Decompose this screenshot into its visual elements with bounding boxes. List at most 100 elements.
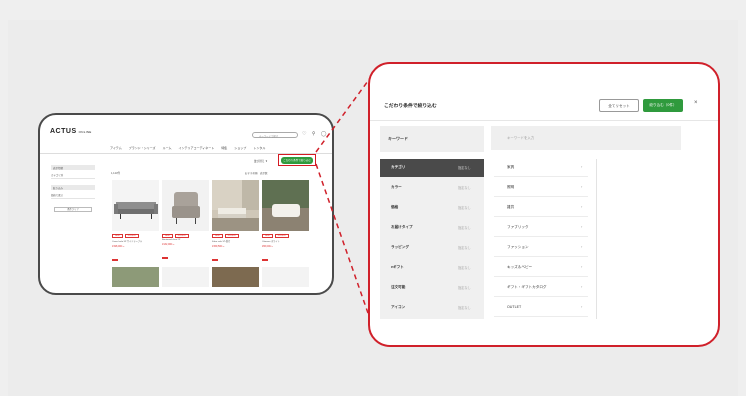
chevron-right-icon: › <box>581 244 583 249</box>
product-price: ¥66,000〜 <box>262 245 274 248</box>
apply-filter-button[interactable]: 絞り込む（0件） <box>643 99 683 112</box>
category-item-orderable[interactable]: 注文可能 指定なし <box>380 279 484 297</box>
option-item[interactable]: ギフト・ギフトカタログ › <box>494 279 588 297</box>
sale-badge <box>162 256 168 259</box>
keyword-label: キーワード <box>380 126 484 152</box>
close-icon[interactable]: × <box>694 100 698 106</box>
option-label: 雑貨 <box>507 205 515 209</box>
nav-item[interactable]: 特集 <box>221 146 227 150</box>
category-item-color[interactable]: カラー 指定なし <box>380 179 484 197</box>
option-item[interactable]: ファッション › <box>494 239 588 257</box>
product-image-row2[interactable] <box>212 267 259 287</box>
product-image <box>112 180 159 231</box>
option-item[interactable]: 照明 › <box>494 179 588 197</box>
product-card[interactable]: NEW 送料無料 Bentwood chair 2P ¥132,000〜 <box>162 180 209 264</box>
chevron-right-icon: › <box>581 184 583 189</box>
option-label: ファブリック <box>507 225 529 229</box>
category-label: アイコン <box>391 305 406 309</box>
category-sub: 指定なし <box>458 266 471 270</box>
category-item-category[interactable]: カテゴリ 指定なし <box>380 159 484 177</box>
tag: NEW <box>262 234 273 238</box>
category-item-price[interactable]: 価格 指定なし <box>380 199 484 217</box>
product-card[interactable]: NEW 送料無料 Ottoman ホワイト ¥66,000〜 <box>262 180 309 266</box>
nav-item[interactable]: インテリアコーディネート <box>178 146 214 150</box>
side-clear-button[interactable]: 条件クリア <box>54 207 92 212</box>
product-price: ¥132,000〜 <box>162 243 175 246</box>
category-label: カテゴリ <box>391 165 406 169</box>
panel-divider <box>370 120 718 121</box>
tag: 送料無料 <box>124 234 139 238</box>
category-sub: 指定なし <box>458 166 471 170</box>
nav-item[interactable]: ルーム <box>163 146 172 150</box>
chevron-right-icon: › <box>581 204 583 209</box>
side-item[interactable]: 価格で選ぶ <box>51 193 95 199</box>
category-list: カテゴリ 指定なし カラー 指定なし 価格 指定なし お届けタイプ 指定なし ラッピング… <box>380 159 484 319</box>
sofa-image <box>114 202 158 219</box>
global-nav: アイテム ブランド・シリーズ ルーム インテリアコーディネート 特集 ショップ … <box>110 146 265 150</box>
option-item[interactable]: 家具 › <box>494 159 588 177</box>
room-image <box>212 180 259 231</box>
logo-subtext: ONLINE <box>78 130 92 134</box>
product-image-row2[interactable] <box>112 267 159 287</box>
sort-controls[interactable]: おすすめ順 表示数 <box>245 171 268 175</box>
keyword-input[interactable]: キーワードを入力 <box>491 126 681 150</box>
reset-all-button[interactable]: 全てリセット <box>599 99 639 112</box>
sort-link[interactable]: 並び替え ▼ <box>254 159 268 163</box>
category-sub: 指定なし <box>458 186 471 190</box>
category-item-icon[interactable]: アイコン 指定なし <box>380 299 484 317</box>
category-sub: 指定なし <box>458 226 471 230</box>
option-item[interactable]: ファブリック › <box>494 219 588 237</box>
product-price: ¥159,500〜 <box>212 245 225 248</box>
tag: NEW <box>162 234 173 238</box>
filter-button-highlight <box>278 154 316 166</box>
product-name: Camel sofa 3P サイドテーブル <box>112 241 143 243</box>
tag: 送料無料 <box>274 234 289 238</box>
category-label: ラッピング <box>391 245 409 249</box>
nav-item[interactable]: アイテム <box>110 146 122 150</box>
tag: NEW <box>112 234 123 238</box>
option-item[interactable]: 雑貨 › <box>494 199 588 217</box>
logo-text: ACTUS <box>50 128 77 135</box>
tag: NEW <box>212 234 223 238</box>
result-count: 1,123件 <box>111 172 121 175</box>
header-icons[interactable]: ♡ ⚲ ◯ <box>302 131 329 137</box>
product-image-row2[interactable] <box>162 267 209 287</box>
category-label: eギフト <box>391 265 404 269</box>
product-card[interactable]: NEW 送料無料 Camel sofa 3P サイドテーブル ¥198,000〜 <box>112 180 159 266</box>
option-label: OUTLET <box>507 305 522 309</box>
option-item[interactable]: OUTLET › <box>494 299 588 317</box>
product-image <box>262 180 309 231</box>
category-item-delivery[interactable]: お届けタイプ 指定なし <box>380 219 484 237</box>
nav-item[interactable]: ショップ <box>234 146 246 150</box>
site-logo[interactable]: ACTUS ONLINE <box>50 128 92 135</box>
product-name: Ottoman ホワイト <box>262 241 280 243</box>
nav-item[interactable]: レンタル <box>253 146 265 150</box>
product-card[interactable]: NEW 送料無料 Kaba sofa 3人掛け ¥159,500〜 <box>212 180 259 266</box>
category-label: カラー <box>391 185 402 189</box>
product-tags: NEW 送料無料 <box>162 234 209 238</box>
chevron-right-icon: › <box>581 284 583 289</box>
sale-badge <box>212 258 218 261</box>
tag: 送料無料 <box>224 234 239 238</box>
sale-badge <box>262 258 268 261</box>
side-heading: 表示切替 <box>51 165 95 170</box>
ottoman-image <box>262 180 309 231</box>
column-divider <box>596 159 597 319</box>
search-input[interactable]: キーワードで探す <box>252 132 298 138</box>
product-image <box>162 180 209 231</box>
product-tags: NEW 送料無料 <box>262 234 309 238</box>
side-item[interactable]: カテゴリ別 <box>51 173 95 179</box>
filter-panel-zoom: こだわり条件で絞り込む 全てリセット 絞り込む（0件） × キーワード キーワー… <box>368 62 720 347</box>
category-item-wrapping[interactable]: ラッピング 指定なし <box>380 239 484 257</box>
product-tags: NEW 送料無料 <box>112 234 159 238</box>
category-sub: 指定なし <box>458 306 471 310</box>
option-item[interactable]: キッズ＆ベビー › <box>494 259 588 277</box>
product-image-row2[interactable] <box>262 267 309 287</box>
chevron-right-icon: › <box>581 164 583 169</box>
category-item-egift[interactable]: eギフト 指定なし <box>380 259 484 277</box>
product-image <box>212 180 259 231</box>
nav-item[interactable]: ブランド・シリーズ <box>129 146 156 150</box>
armchair-image <box>172 192 200 224</box>
filter-panel-title: こだわり条件で絞り込む <box>384 104 437 109</box>
sale-badge <box>112 258 118 261</box>
